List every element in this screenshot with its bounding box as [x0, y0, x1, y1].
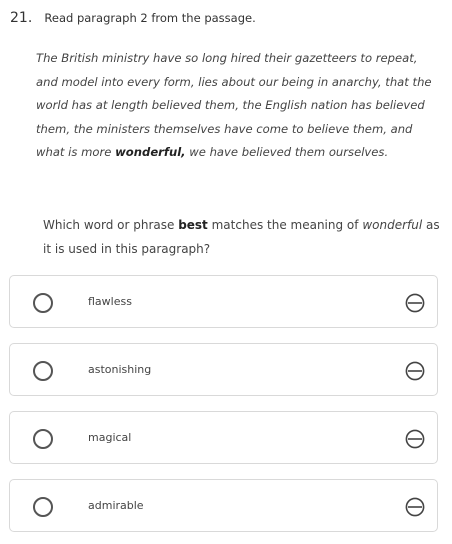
question-stem: Which word or phrase best matches the me… [43, 214, 443, 261]
question-header: 21. Read paragraph 2 from the passage. [10, 9, 256, 28]
strikethrough-icon[interactable] [405, 497, 425, 517]
radio-button-icon[interactable] [33, 293, 53, 313]
passage-bold-word: wonderful, [115, 145, 186, 159]
option-label: flawless [88, 295, 132, 308]
question-number: 21. [10, 10, 33, 26]
strikethrough-icon[interactable] [405, 361, 425, 381]
passage-text-after: we have believed them ourselves. [185, 145, 389, 159]
answer-option-b[interactable]: astonishing [9, 343, 438, 396]
option-label: admirable [88, 499, 144, 512]
answer-option-c[interactable]: magical [9, 411, 438, 464]
radio-button-icon[interactable] [33, 429, 53, 449]
question-instruction: Read paragraph 2 from the passage. [44, 11, 256, 25]
answer-option-d[interactable]: admirable [9, 479, 438, 532]
passage-excerpt: The British ministry have so long hired … [36, 47, 436, 165]
strikethrough-icon[interactable] [405, 293, 425, 313]
stem-part-1: Which word or phrase [43, 218, 179, 232]
radio-button-icon[interactable] [33, 361, 53, 381]
passage-text-before: The British ministry have so long hired … [36, 51, 432, 159]
stem-part-2: matches the meaning of [207, 218, 363, 232]
option-label: astonishing [88, 363, 152, 376]
option-label: magical [88, 431, 132, 444]
stem-italic: wonderful [362, 218, 423, 232]
strikethrough-icon[interactable] [405, 429, 425, 449]
stem-bold: best [178, 218, 208, 232]
radio-button-icon[interactable] [33, 497, 53, 517]
answer-option-a[interactable]: flawless [9, 275, 438, 328]
